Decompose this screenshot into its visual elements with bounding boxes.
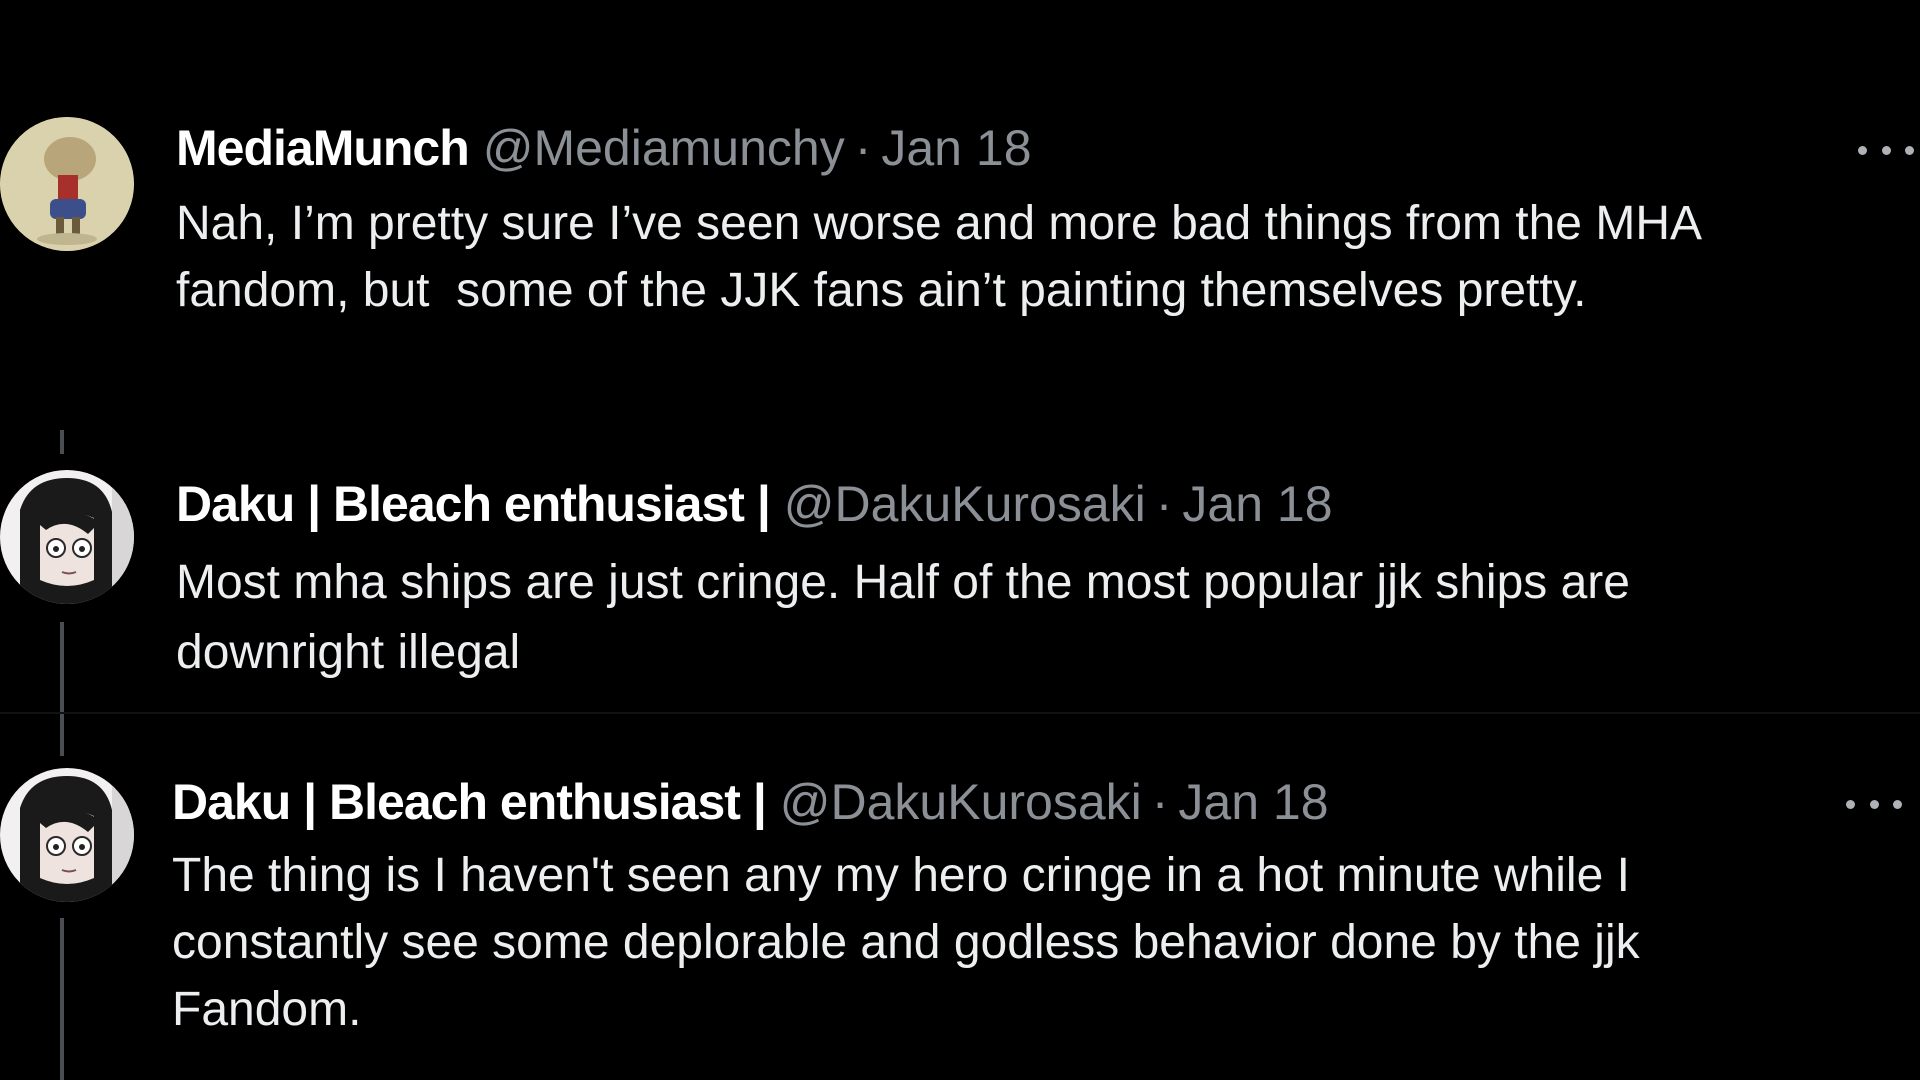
tweet-text: Nah, I’m pretty sure I’ve seen worse and… xyxy=(176,197,1702,317)
display-name[interactable]: Daku | Bleach enthusiast | xyxy=(172,774,767,830)
more-options-icon[interactable] xyxy=(1846,794,1902,814)
tweet-header: MediaMunch @Mediamunchy · Jan 18 xyxy=(176,118,1032,178)
tweet-date[interactable]: Jan 18 xyxy=(1178,774,1328,830)
separator: · xyxy=(854,120,872,176)
tweet-date[interactable]: Jan 18 xyxy=(881,120,1031,176)
anime-girl-avatar-icon xyxy=(0,470,134,604)
cartoon-character-avatar-icon xyxy=(0,117,134,251)
user-handle[interactable]: @DakuKurosaki xyxy=(784,476,1146,532)
tweet-header: Daku | Bleach enthusiast | @DakuKurosaki… xyxy=(172,772,1329,832)
user-handle[interactable]: @DakuKurosaki xyxy=(780,774,1142,830)
separator: · xyxy=(1151,774,1169,830)
display-name[interactable]: MediaMunch xyxy=(176,120,470,176)
tweet-text: The thing is I haven't seen any my hero … xyxy=(172,849,1640,1036)
tweet-divider xyxy=(0,712,1920,714)
avatar[interactable] xyxy=(0,470,134,604)
more-options-icon[interactable] xyxy=(1858,140,1914,160)
tweet-text: Most mha ships are just cringe. Half of … xyxy=(176,556,1630,679)
anime-girl-avatar-icon xyxy=(0,768,134,902)
display-name[interactable]: Daku | Bleach enthusiast | xyxy=(176,476,771,532)
separator: · xyxy=(1155,476,1173,532)
user-handle[interactable]: @Mediamunchy xyxy=(483,120,845,176)
avatar[interactable] xyxy=(0,768,134,902)
tweet-date[interactable]: Jan 18 xyxy=(1182,476,1332,532)
thread-line-top xyxy=(60,430,64,454)
avatar[interactable] xyxy=(0,117,134,251)
thread-line-middle-2 xyxy=(60,712,64,756)
thread-line-middle xyxy=(60,622,64,712)
thread-line-bottom xyxy=(60,918,64,1080)
tweet-header: Daku | Bleach enthusiast | @DakuKurosaki… xyxy=(176,474,1333,534)
